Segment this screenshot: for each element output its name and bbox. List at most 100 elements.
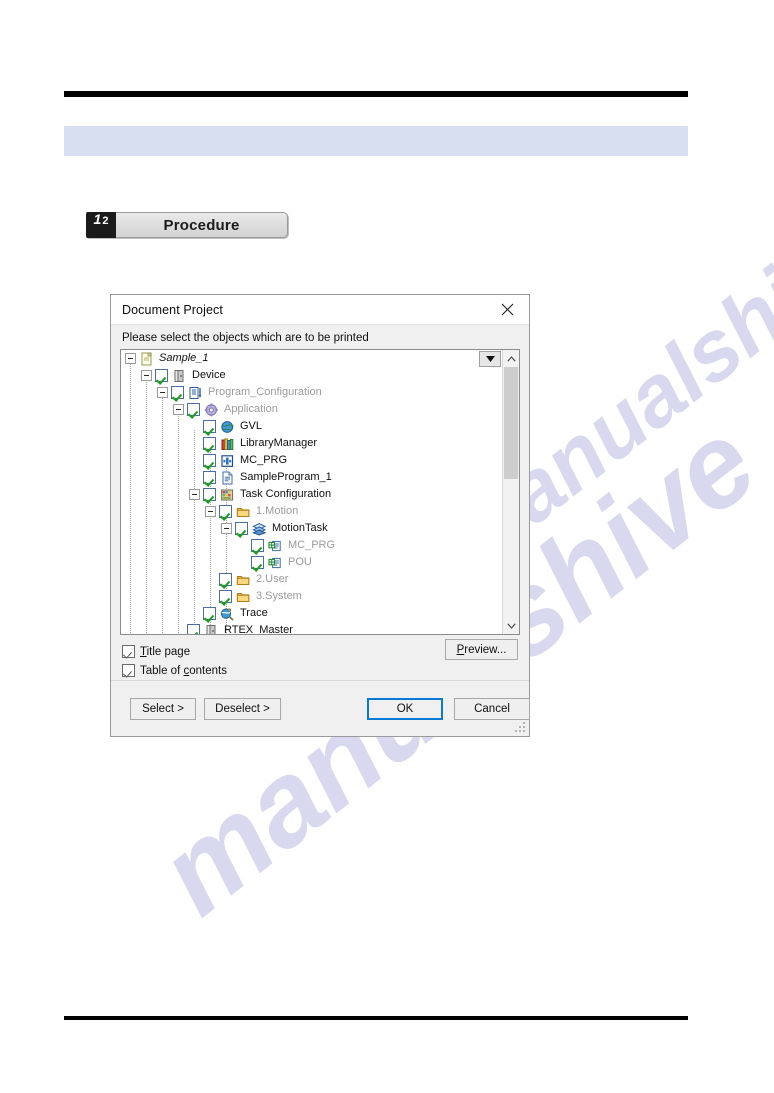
tree-item-checkbox[interactable] <box>155 369 168 382</box>
procedure-title: Procedure <box>116 212 288 238</box>
tree-item-checkbox[interactable] <box>203 454 216 467</box>
tree-item[interactable]: MC_PRG <box>121 452 501 469</box>
tree-item[interactable]: GVL <box>121 418 501 435</box>
tree-connector <box>205 591 216 602</box>
collapse-toggle-icon[interactable] <box>221 523 232 534</box>
tree-item-label: Trace <box>240 607 268 619</box>
procedure-step-number: 1 2 <box>86 212 116 238</box>
tree-item-checkbox[interactable] <box>219 573 232 586</box>
folder-icon <box>236 505 251 519</box>
table-of-contents-option[interactable]: Table of contents <box>122 661 518 680</box>
toc-label-rest: ontents <box>189 664 227 677</box>
application-icon <box>204 403 219 417</box>
folder-icon <box>236 590 251 604</box>
resize-grip-icon[interactable] <box>515 722 526 733</box>
tree-item-checkbox[interactable] <box>203 607 216 620</box>
tree-item[interactable]: Sample_1 <box>121 350 501 367</box>
gvl-icon <box>220 420 235 434</box>
plc-icon <box>188 386 203 400</box>
tree-item-checkbox[interactable] <box>251 556 264 569</box>
tree-connector <box>237 540 248 551</box>
tree-item-checkbox[interactable] <box>219 590 232 603</box>
object-tree-panel: Sample_1 Device Program_Configuration Appli… <box>120 349 520 635</box>
title-page-label-rest: itle page <box>146 645 191 658</box>
tree-vertical-scrollbar[interactable] <box>502 350 519 634</box>
tree-item[interactable]: Task Configuration <box>121 486 501 503</box>
tree-item[interactable]: LibraryManager <box>121 435 501 452</box>
library-icon <box>220 437 235 451</box>
collapse-toggle-icon[interactable] <box>125 353 136 364</box>
page-header-band <box>64 126 688 156</box>
tree-connector <box>205 574 216 585</box>
page-bottom-rule <box>64 1016 688 1020</box>
device-icon <box>204 624 219 634</box>
tree-item-label: GVL <box>240 420 263 432</box>
tree-item-label: 2.User <box>256 573 289 585</box>
collapse-toggle-icon[interactable] <box>141 370 152 381</box>
toc-label-pre: Table of <box>140 664 184 677</box>
trace-icon <box>220 607 235 621</box>
select-button[interactable]: Select > <box>130 698 196 720</box>
tree-item-checkbox[interactable] <box>251 539 264 552</box>
tree-item[interactable]: SampleProgram_1 <box>121 469 501 486</box>
collapse-toggle-icon[interactable] <box>173 404 184 415</box>
tree-item-label: SampleProgram_1 <box>240 471 332 483</box>
device-icon <box>172 369 187 383</box>
tree-item[interactable]: MotionTask <box>121 520 501 537</box>
dialog-footer: Select > Deselect > OK Cancel <box>111 680 530 736</box>
title-page-label: Title page <box>140 646 190 658</box>
tree-item-checkbox[interactable] <box>187 403 200 416</box>
tree-item[interactable]: POU <box>121 554 501 571</box>
tree-item[interactable]: Program_Configuration <box>121 384 501 401</box>
object-tree[interactable]: Sample_1 Device Program_Configuration Appli… <box>121 350 501 634</box>
tree-item[interactable]: RTEX_Master <box>121 622 501 634</box>
document-project-dialog: Document Project Please select the objec… <box>110 294 530 737</box>
tree-item-checkbox[interactable] <box>203 437 216 450</box>
tree-connector <box>189 438 200 449</box>
tree-item-checkbox[interactable] <box>171 386 184 399</box>
tree-item[interactable]: 2.User <box>121 571 501 588</box>
scrollbar-thumb[interactable] <box>504 367 518 479</box>
dialog-titlebar: Document Project <box>111 295 529 325</box>
ok-button[interactable]: OK <box>367 698 443 720</box>
deselect-button[interactable]: Deselect > <box>204 698 281 720</box>
table-of-contents-checkbox[interactable] <box>122 664 135 677</box>
procedure-heading: 1 2 Procedure <box>86 212 288 238</box>
tree-item-checkbox[interactable] <box>187 624 200 634</box>
tree-item-checkbox[interactable] <box>235 522 248 535</box>
tree-connector <box>237 557 248 568</box>
chevron-down-icon[interactable] <box>503 617 519 634</box>
title-page-checkbox[interactable] <box>122 645 135 658</box>
folder-icon <box>236 573 251 587</box>
dialog-body: Please select the objects which are to b… <box>111 325 529 688</box>
tree-item[interactable]: 3.System <box>121 588 501 605</box>
dialog-prompt: Please select the objects which are to b… <box>122 332 369 344</box>
tree-item[interactable]: MC_PRG <box>121 537 501 554</box>
collapse-toggle-icon[interactable] <box>189 489 200 500</box>
tree-connector <box>173 625 184 634</box>
tree-item-checkbox[interactable] <box>219 505 232 518</box>
preview-button[interactable]: Preview... <box>445 639 518 660</box>
preview-accel: P <box>456 643 465 656</box>
tree-item[interactable]: Device <box>121 367 501 384</box>
procedure-number-major: 1 <box>93 211 102 227</box>
collapse-toggle-icon[interactable] <box>205 506 216 517</box>
tree-item[interactable]: Application <box>121 401 501 418</box>
pou-ref-icon <box>268 556 283 570</box>
close-icon[interactable] <box>485 295 529 324</box>
tree-item-label: 3.System <box>256 590 302 602</box>
collapse-toggle-icon[interactable] <box>157 387 168 398</box>
tree-connector <box>189 608 200 619</box>
tree-item-checkbox[interactable] <box>203 471 216 484</box>
chevron-up-icon[interactable] <box>503 350 519 367</box>
tree-dropdown-button[interactable] <box>479 351 501 367</box>
procedure-number-minor: 2 <box>102 215 109 227</box>
tree-item-label: RTEX_Master <box>224 624 293 634</box>
tree-item-checkbox[interactable] <box>203 488 216 501</box>
cancel-button[interactable]: Cancel <box>454 698 530 720</box>
tree-connector <box>189 472 200 483</box>
tree-item-checkbox[interactable] <box>203 420 216 433</box>
tree-item[interactable]: 1.Motion <box>121 503 501 520</box>
preview-label-rest: review... <box>464 643 507 656</box>
tree-item[interactable]: Trace <box>121 605 501 622</box>
